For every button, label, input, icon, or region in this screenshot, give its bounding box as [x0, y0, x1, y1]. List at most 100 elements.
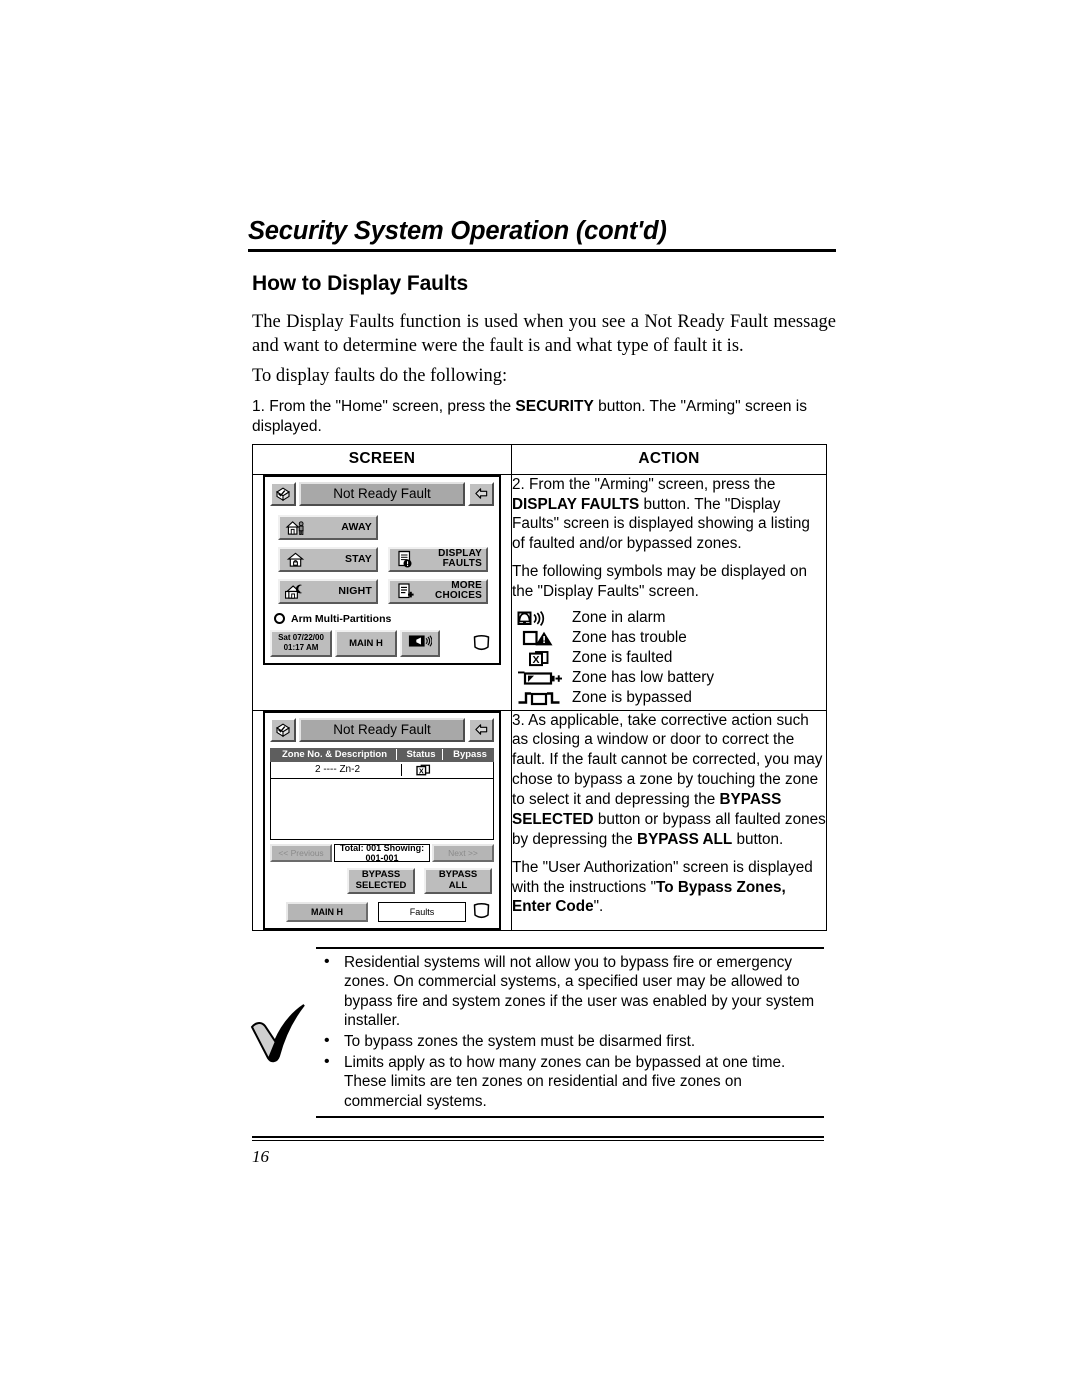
intro-paragraph-2: To display faults do the following: — [252, 365, 508, 386]
main-h-button[interactable]: MAIN H — [286, 901, 368, 922]
house-moon-icon — [283, 583, 307, 600]
action-step3-part-c: button. — [732, 830, 784, 848]
faults-list-header: Zone No. & Description Status Bypass — [270, 747, 494, 762]
notes-block: Residential systems will not allow you t… — [250, 946, 824, 1118]
more-choices-button[interactable]: MORE CHOICES — [388, 578, 488, 604]
user-authorization-paragraph: The "User Authorization" screen is displ… — [512, 858, 826, 918]
home-box-icon[interactable] — [270, 717, 296, 742]
house-person-icon — [283, 519, 307, 536]
next-button[interactable]: Next >> — [432, 843, 494, 862]
bypass-selected-line2: SELECTED — [355, 879, 407, 891]
display-faults-screen-mockup: Not Ready Fault Zone No. & Description S… — [263, 710, 501, 930]
list-item: X Zone is faulted — [512, 649, 826, 667]
running-head-title: Security System Operation (cont'd) — [248, 217, 667, 245]
zone-low-battery-icon — [512, 671, 566, 686]
symbols-intro-paragraph: The following symbols may be displayed o… — [512, 563, 808, 601]
status-time: 01:17 AM — [283, 643, 319, 653]
document-plus-icon — [393, 582, 417, 601]
shield-logo-icon — [468, 630, 494, 657]
arm-multi-partitions-option[interactable]: Arm Multi-Partitions — [274, 613, 494, 625]
symbol-legend-list: Zone in alarm Zone has trouble X Zone is… — [512, 608, 826, 707]
arming-screen-titlebar: Not Ready Fault — [270, 481, 494, 506]
list-item: Zone is bypassed — [512, 688, 826, 707]
away-button[interactable]: AWAY — [278, 514, 378, 540]
svg-text:X: X — [419, 766, 424, 775]
back-arrow-icon[interactable] — [468, 481, 494, 506]
night-button-label: NIGHT — [338, 584, 372, 597]
radio-button-icon[interactable] — [274, 613, 285, 625]
statusbar-spacer — [440, 630, 468, 657]
symbol-label: Zone has low battery — [572, 668, 714, 686]
datetime-display: Sat 07/22/00 01:17 AM — [270, 629, 332, 657]
bypass-all-line1: BYPASS — [438, 868, 478, 880]
list-item: To bypass zones the system must be disar… — [324, 1031, 824, 1052]
home-box-icon[interactable] — [270, 481, 296, 506]
notes-top-rule — [316, 946, 824, 949]
notes-bottom-rule — [316, 1115, 824, 1118]
action-step2-bold: DISPLAY FAULTS — [512, 495, 640, 513]
bypass-all-button[interactable]: BYPASS ALL — [424, 867, 492, 894]
page-number: 16 — [252, 1146, 269, 1166]
arming-screen-statusbar: Sat 07/22/00 01:17 AM MAIN H — [270, 629, 494, 657]
action-cell-step-3: 3. As applicable, take corrective action… — [511, 709, 827, 931]
column-header-action: ACTION — [511, 443, 827, 475]
zone-bypassed-icon — [512, 690, 566, 706]
symbol-label: Zone is bypassed — [572, 688, 692, 706]
action-step-2-paragraph: 2. From the "Arming" screen, press the D… — [512, 475, 826, 555]
table-row: Not Ready Fault Zone No. & Description S… — [252, 709, 827, 931]
previous-button[interactable]: << Previous — [270, 843, 332, 862]
table-row[interactable]: 2 ---- Zn-2 X — [271, 762, 493, 779]
back-arrow-icon[interactable] — [468, 717, 494, 742]
symbol-label: Zone in alarm — [572, 608, 666, 626]
section-heading: How to Display Faults — [252, 271, 469, 295]
faults-button[interactable]: Faults — [378, 901, 466, 922]
arming-screen-title: Not Ready Fault — [299, 481, 465, 506]
grid-spacer — [388, 515, 488, 540]
night-button[interactable]: NIGHT — [278, 578, 378, 604]
faults-screen-bottombar: MAIN H Faults — [270, 901, 494, 922]
faults-screen-cell: Not Ready Fault Zone No. & Description S… — [252, 709, 512, 931]
footer-rules — [252, 1135, 824, 1141]
step-1-security-bold: SECURITY — [515, 397, 594, 415]
column-header-screen: SCREEN — [252, 443, 512, 475]
more-choices-button-label: MORE CHOICES — [417, 580, 482, 601]
display-faults-line2: FAULTS — [442, 558, 482, 570]
arming-screen-cell: Not Ready Fault AWAY STAY DISPLAY FAULTS… — [252, 473, 512, 711]
shield-logo-icon — [468, 902, 494, 922]
steps-table: SCREEN ACTION Not Ready Fault AWAY STAY … — [252, 443, 827, 931]
intro-paragraph-1: The Display Faults function is used when… — [252, 311, 836, 357]
arming-button-grid: AWAY STAY DISPLAY FAULTS NIGHT MORE CHOI… — [270, 512, 494, 604]
list-item: Zone in alarm — [512, 608, 826, 627]
zone-trouble-icon — [512, 630, 566, 647]
stay-button[interactable]: STAY — [278, 546, 378, 572]
main-h-button[interactable]: MAIN H — [335, 629, 397, 657]
table-row: Not Ready Fault AWAY STAY DISPLAY FAULTS… — [252, 473, 827, 711]
column-header-zone: Zone No. & Description — [281, 749, 388, 761]
list-item: Limits apply as to how many zones can be… — [324, 1052, 824, 1112]
column-header-status: Status — [396, 749, 442, 761]
notes-list: Residential systems will not allow you t… — [252, 952, 824, 1112]
action-cell-step-2: 2. From the "Arming" screen, press the D… — [511, 473, 827, 711]
action-step-3-paragraph: 3. As applicable, take corrective action… — [512, 711, 826, 850]
volume-button[interactable] — [400, 629, 440, 657]
status-date: Sat 07/22/00 — [278, 633, 324, 643]
user-auth-part-b: ". — [593, 898, 604, 916]
zone-faulted-icon: X — [401, 763, 444, 776]
faults-screen-title: Not Ready Fault — [299, 717, 465, 742]
display-faults-button[interactable]: DISPLAY FAULTS — [388, 546, 488, 572]
action-step3-bold-2: BYPASS ALL — [637, 830, 733, 848]
zone-faulted-icon: X — [512, 650, 566, 667]
display-faults-button-label: DISPLAY FAULTS — [417, 548, 482, 570]
table-header-row: SCREEN ACTION — [252, 443, 827, 475]
total-showing-label: Total: 001 Showing: 001-001 — [334, 843, 430, 863]
bypass-selected-button[interactable]: BYPASS SELECTED — [347, 867, 415, 894]
svg-text:X: X — [532, 654, 539, 666]
running-head-rule — [248, 248, 836, 252]
faults-list-body[interactable]: 2 ---- Zn-2 X — [270, 761, 494, 840]
zone-in-alarm-icon — [512, 610, 566, 627]
list-item: Zone has trouble — [512, 628, 826, 647]
faults-screen-titlebar: Not Ready Fault — [270, 717, 494, 742]
footer-rule-thick — [252, 1135, 824, 1138]
document-alert-icon — [393, 550, 417, 569]
symbol-label: Zone has trouble — [572, 628, 687, 646]
